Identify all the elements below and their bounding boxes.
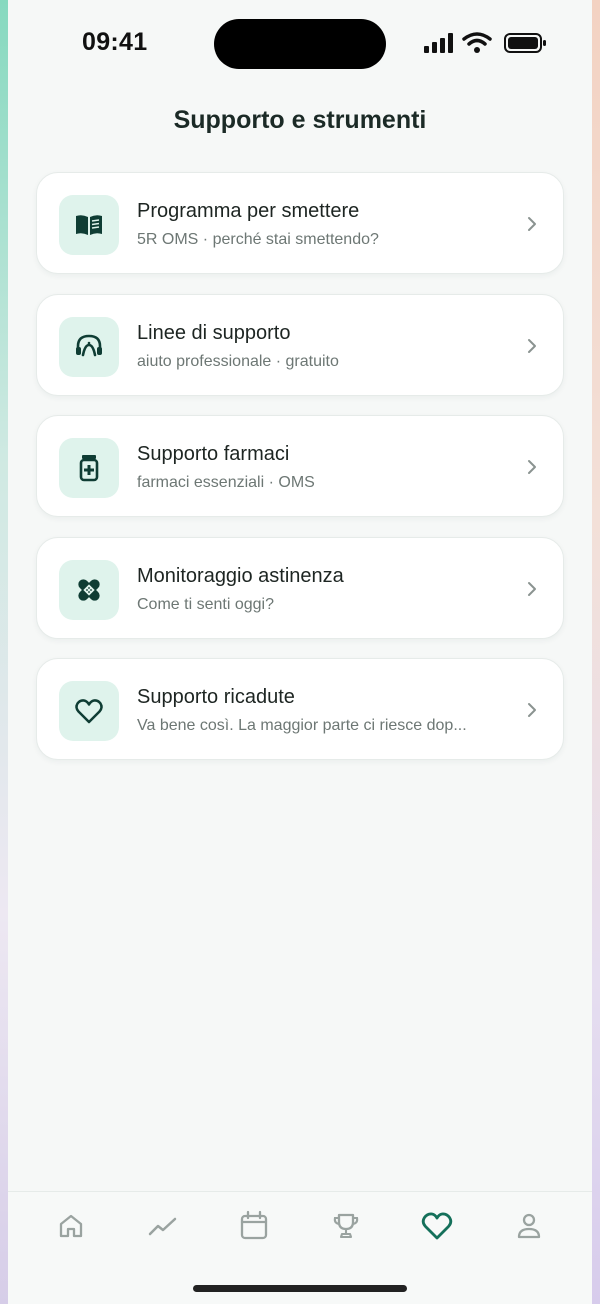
medicine-bottle-icon [79,455,99,482]
card-quit-program[interactable]: Programma per smettere 5R OMS · perché s… [36,172,564,274]
chevron-right-icon [528,582,536,596]
card-medication-support[interactable]: Supporto farmaci farmaci essenziali · OM… [36,415,564,517]
card-relapse-support[interactable]: Supporto ricadute Va bene così. La maggi… [36,658,564,760]
status-icons [424,32,548,56]
home-indicator[interactable] [193,1285,407,1292]
tab-achievements[interactable] [328,1208,364,1244]
card-subtitle: 5R OMS · perché stai smettendo? [137,231,379,248]
chevron-right-icon [528,339,536,353]
cellular-signal-icon [424,33,453,53]
card-title: Supporto farmaci [137,443,290,465]
card-withdrawal-monitoring[interactable]: Monitoraggio astinenza Come ti senti ogg… [36,537,564,639]
tab-profile[interactable] [511,1208,547,1244]
card-title: Linee di supporto [137,322,291,344]
book-icon [76,215,102,235]
trend-chart-icon [148,1217,177,1236]
trophy-icon [333,1213,359,1239]
card-icon-container [59,681,119,741]
card-title: Supporto ricadute [137,686,295,708]
card-icon-container [59,317,119,377]
tab-calendar[interactable] [236,1208,272,1244]
chevron-right-icon [528,217,536,231]
card-subtitle: farmaci essenziali · OMS [137,474,315,491]
tab-support[interactable] [419,1208,455,1244]
home-icon [59,1214,83,1238]
headset-icon [76,334,102,357]
dynamic-island [214,19,386,69]
profile-icon [517,1213,541,1239]
card-subtitle: Come ti senti oggi? [137,596,274,613]
heart-icon [75,699,103,724]
card-subtitle: aiuto professionale · gratuito [137,353,339,370]
chevron-right-icon [528,703,536,717]
background-edge [592,0,600,1304]
status-time: 09:41 [82,28,148,56]
bandage-icon [78,579,100,601]
heart-icon [421,1212,453,1240]
card-subtitle: Va bene così. La maggior parte ci riesce… [137,717,467,734]
wifi-icon [462,32,492,53]
card-icon-container [59,560,119,620]
calendar-icon [240,1210,268,1240]
chevron-right-icon [528,460,536,474]
card-icon-container [59,195,119,255]
card-support-lines[interactable]: Linee di supporto aiuto professionale · … [36,294,564,396]
page-title: Supporto e strumenti [173,106,427,134]
status-bar: 09:41 [8,0,592,90]
card-icon-container [59,438,119,498]
tab-home[interactable] [53,1208,89,1244]
card-title: Monitoraggio astinenza [137,565,344,587]
app-screen: 09:41 Supporto e strumenti Programma per… [8,0,592,1304]
tab-progress[interactable] [145,1208,181,1244]
battery-icon [504,33,546,53]
card-title: Programma per smettere [137,200,360,222]
